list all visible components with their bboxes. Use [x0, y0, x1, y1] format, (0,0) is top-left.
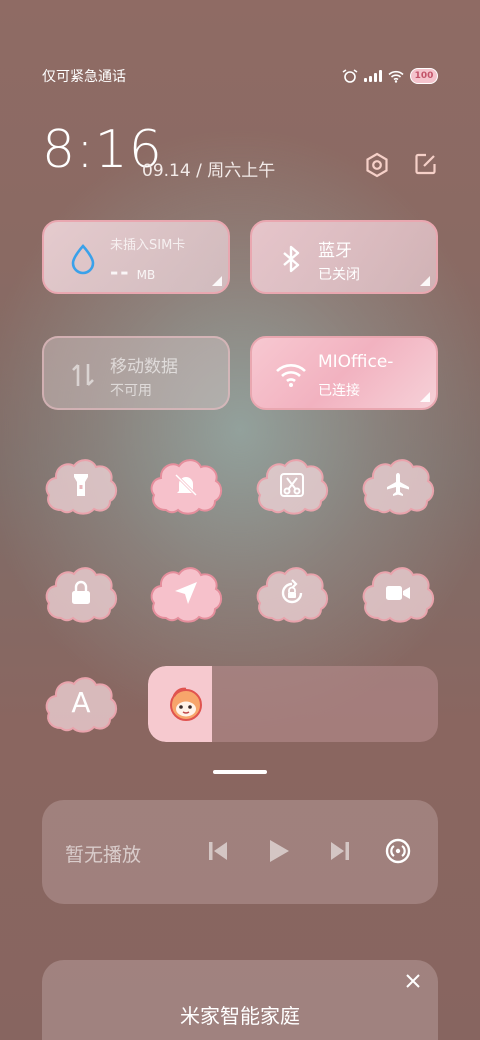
- screen-record-toggle[interactable]: [360, 560, 436, 626]
- battery-icon: 100: [410, 68, 438, 84]
- mobile-data-title: 移动数据: [110, 357, 178, 377]
- data-usage-title: 未插入SIM卡: [110, 238, 186, 253]
- expand-corner-icon: [212, 276, 222, 286]
- media-player-card[interactable]: 暂无播放: [42, 800, 438, 904]
- bell-off-icon: [174, 473, 198, 497]
- status-bar: 仅可紧急通话 100: [42, 64, 438, 88]
- flashlight-icon: [74, 474, 88, 496]
- location-toggle[interactable]: [148, 560, 224, 626]
- smart-home-title: 米家智能家庭: [180, 1004, 300, 1028]
- lock-screen-toggle[interactable]: [43, 560, 119, 626]
- location-arrow-icon: [175, 582, 197, 604]
- expand-corner-icon: [420, 392, 430, 402]
- signal-icon: [364, 70, 382, 82]
- bluetooth-icon: [283, 245, 300, 273]
- brightness-mascot-icon[interactable]: [166, 684, 206, 724]
- date-label: 09.14 / 周六上午: [142, 161, 276, 181]
- wifi-tile[interactable]: MIOffice- 已连接: [250, 336, 438, 410]
- auto-brightness-label: A: [71, 686, 91, 719]
- cast-output-icon[interactable]: [384, 838, 412, 864]
- close-icon[interactable]: [404, 972, 422, 990]
- rotation-lock-toggle[interactable]: [254, 560, 330, 626]
- settings-gear-icon[interactable]: [364, 152, 390, 178]
- header: 8:16 09.14 / 周六上午: [42, 120, 438, 186]
- wifi-status: 已连接: [318, 383, 360, 399]
- lock-icon: [72, 580, 90, 604]
- data-usage-tile[interactable]: 未插入SIM卡 -- MB: [42, 220, 230, 294]
- bluetooth-tile[interactable]: 蓝牙 已关闭: [250, 220, 438, 294]
- video-camera-icon: [386, 586, 410, 600]
- wifi-status-icon: [388, 70, 404, 83]
- brightness-slider[interactable]: [148, 666, 438, 742]
- edit-icon[interactable]: [414, 152, 438, 176]
- water-drop-icon: [71, 244, 95, 275]
- airplane-icon: [387, 473, 409, 496]
- mobile-data-arrows-icon: [72, 364, 94, 386]
- wifi-icon: [276, 364, 306, 387]
- previous-track-icon[interactable]: [206, 838, 230, 864]
- data-usage-value-row: -- MB: [110, 260, 155, 284]
- panel-drag-handle[interactable]: [213, 770, 267, 774]
- bluetooth-status: 已关闭: [318, 267, 360, 283]
- alarm-icon: [342, 69, 358, 83]
- rotation-lock-icon: [281, 579, 303, 604]
- mute-toggle[interactable]: [148, 452, 224, 518]
- auto-brightness-toggle[interactable]: A: [43, 670, 119, 736]
- smart-home-card[interactable]: 米家智能家庭: [42, 960, 438, 1040]
- carrier-status: 仅可紧急通话: [42, 69, 126, 85]
- play-icon[interactable]: [266, 838, 290, 864]
- bluetooth-title: 蓝牙: [318, 241, 352, 261]
- airplane-mode-toggle[interactable]: [360, 452, 436, 518]
- data-usage-value: --: [110, 260, 131, 284]
- next-track-icon[interactable]: [328, 838, 352, 864]
- wifi-network-name: MIOffice-: [318, 352, 394, 372]
- data-usage-unit: MB: [136, 268, 156, 282]
- flashlight-toggle[interactable]: [43, 452, 119, 518]
- expand-corner-icon: [420, 276, 430, 286]
- screenshot-toggle[interactable]: [254, 452, 330, 518]
- status-icons: 100: [342, 68, 438, 84]
- mobile-data-status: 不可用: [110, 383, 152, 399]
- mobile-data-tile[interactable]: 移动数据 不可用: [42, 336, 230, 410]
- media-status: 暂无播放: [65, 844, 142, 866]
- scissors-icon: [280, 473, 304, 497]
